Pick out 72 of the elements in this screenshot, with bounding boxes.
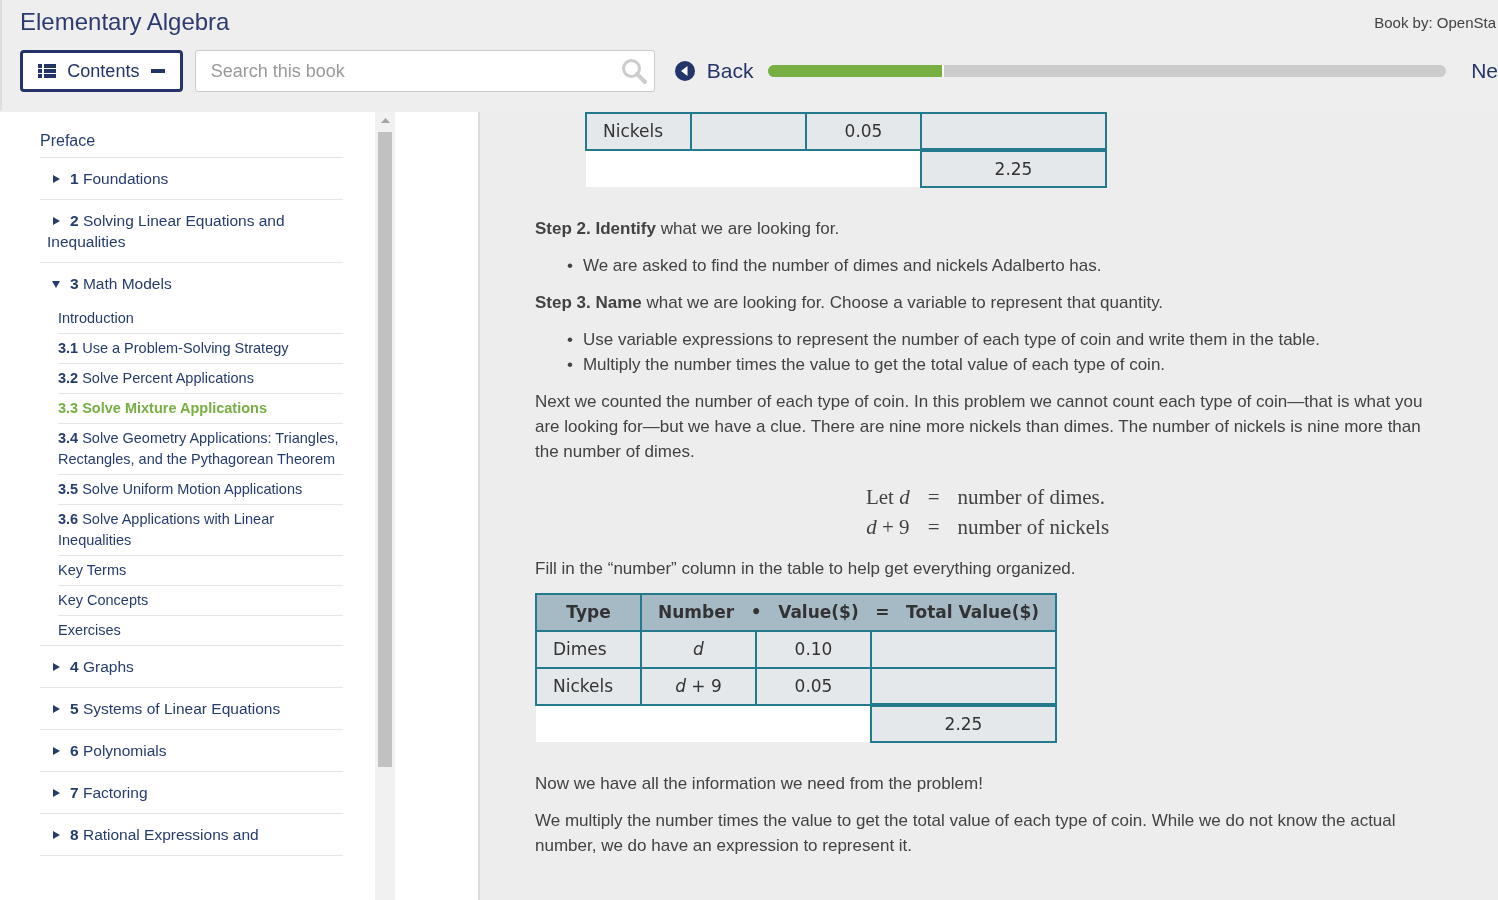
caret-right-icon [52, 663, 60, 671]
table-cell: 0.10 [756, 631, 871, 668]
equation-term: d + 9 [865, 514, 910, 541]
equation-term: number of dimes. [957, 484, 1107, 511]
equation-term: Let d [865, 484, 910, 511]
bullet-marker: • [567, 329, 573, 351]
next-link[interactable]: Ne [1471, 59, 1498, 83]
toc-section[interactable]: Exercises [58, 616, 343, 645]
table-cell: d [641, 631, 756, 668]
caret-right-icon [52, 789, 60, 797]
scroll-up-icon[interactable] [380, 118, 390, 123]
equation-term: number of nickels [957, 514, 1110, 541]
toc-chapter[interactable]: 2 Solving Linear Equations and Inequalities [40, 200, 343, 262]
list-icon [38, 64, 56, 78]
toc-section[interactable]: 3.1 Use a Problem-Solving Strategy [58, 334, 343, 363]
paragraph: We multiply the number times the value to get the total value of each type of coin. While we do not know the actual number, we do have an expression to represent it. [535, 810, 1397, 857]
search-field[interactable]: Search this book [194, 50, 655, 92]
caret-down-icon [52, 280, 60, 288]
toc-section[interactable]: Key Concepts [58, 586, 343, 615]
caret-right-icon [52, 831, 60, 839]
toc-chapter[interactable]: 8 Rational Expressions and [40, 814, 343, 855]
book-title: Elementary Algebra [20, 8, 230, 36]
column-heading: Value($) [778, 601, 859, 624]
toc-section[interactable]: Key Terms [58, 556, 343, 585]
table-cell: 2.25 [871, 705, 1056, 742]
column-heading: Total Value($) [906, 601, 1039, 624]
table-cell: Nickels [586, 113, 691, 150]
bullet-marker: • [567, 255, 573, 277]
toc-section[interactable]: Introduction [58, 304, 343, 333]
column-heading: Number [658, 601, 735, 624]
equals-sign: = [927, 484, 940, 511]
book-by-label: Book by: OpenSta [1374, 14, 1496, 31]
toc-section[interactable]: 3.5 Solve Uniform Motion Applications [58, 475, 343, 504]
column-heading: • [750, 601, 762, 624]
bullet-item: Use variable expressions to represent the number of each type of coin and write them in the table. [582, 329, 1321, 351]
table-cell: d + 9 [641, 668, 756, 705]
paragraph: Next we counted the number of each type of coin. In this problem we cannot count each type of coin—that is what you are looking for—but we have a clue. There are nine more nickels than dimes. The number of nickels is nine more than the number of dimes. [535, 391, 1424, 463]
caret-right-icon [52, 747, 60, 755]
equals-sign: = [927, 514, 940, 541]
scrollbar-thumb[interactable] [378, 132, 392, 767]
paragraph: Step 3. Name what we are looking for. Choose a variable to represent that quantity. [535, 292, 1165, 314]
contents-button[interactable]: Contents [20, 50, 183, 92]
toc-section[interactable]: 3.4 Solve Geometry Applications: Triangles, Rectangles, and the Pythagorean Theorem [58, 424, 343, 474]
search-icon [620, 58, 647, 84]
toc-item[interactable]: Preface [40, 126, 343, 157]
back-link[interactable]: Back [674, 59, 754, 83]
paragraph: Now we have all the information we need from the problem! [535, 773, 984, 795]
table-cell: 2.25 [921, 150, 1106, 187]
toc-section[interactable]: 3.6 Solve Applications with Linear Inequalities [58, 505, 343, 555]
table-header-cell: Type [536, 594, 641, 631]
bullet-marker: • [567, 354, 573, 376]
column-heading: = [875, 601, 890, 624]
toc-chapter[interactable]: 7 Factoring [40, 772, 343, 813]
toc-chapter[interactable]: 4 Graphs [40, 646, 343, 687]
minus-icon [150, 69, 165, 73]
table-cell: 0.05 [806, 113, 921, 150]
toc-chapter[interactable]: 3 Math Models [40, 263, 343, 304]
caret-right-icon [52, 175, 60, 183]
paragraph: Step 2. Identify what we are looking for. [535, 218, 841, 240]
toc-chapter[interactable]: 6 Polynomials [40, 730, 343, 771]
caret-right-icon [52, 217, 60, 225]
toc-chapter[interactable]: 5 Systems of Linear Equations [40, 688, 343, 729]
scrollbar[interactable] [375, 112, 395, 900]
toc-chapter[interactable]: 1 Foundations [40, 158, 343, 199]
table-cell: Nickels [536, 668, 641, 705]
table-cell: Dimes [536, 631, 641, 668]
toc-section[interactable]: 3.2 Solve Percent Applications [58, 364, 343, 393]
bullet-item: Multiply the number times the value to get the total value of each type of coin. [582, 354, 1166, 376]
table-cell: 0.05 [756, 668, 871, 705]
paragraph: Fill in the “number” column in the table to help get everything organized. [535, 558, 1077, 580]
caret-right-icon [52, 705, 60, 713]
bullet-item: We are asked to find the number of dimes and nickels Adalberto has. [582, 255, 1102, 277]
